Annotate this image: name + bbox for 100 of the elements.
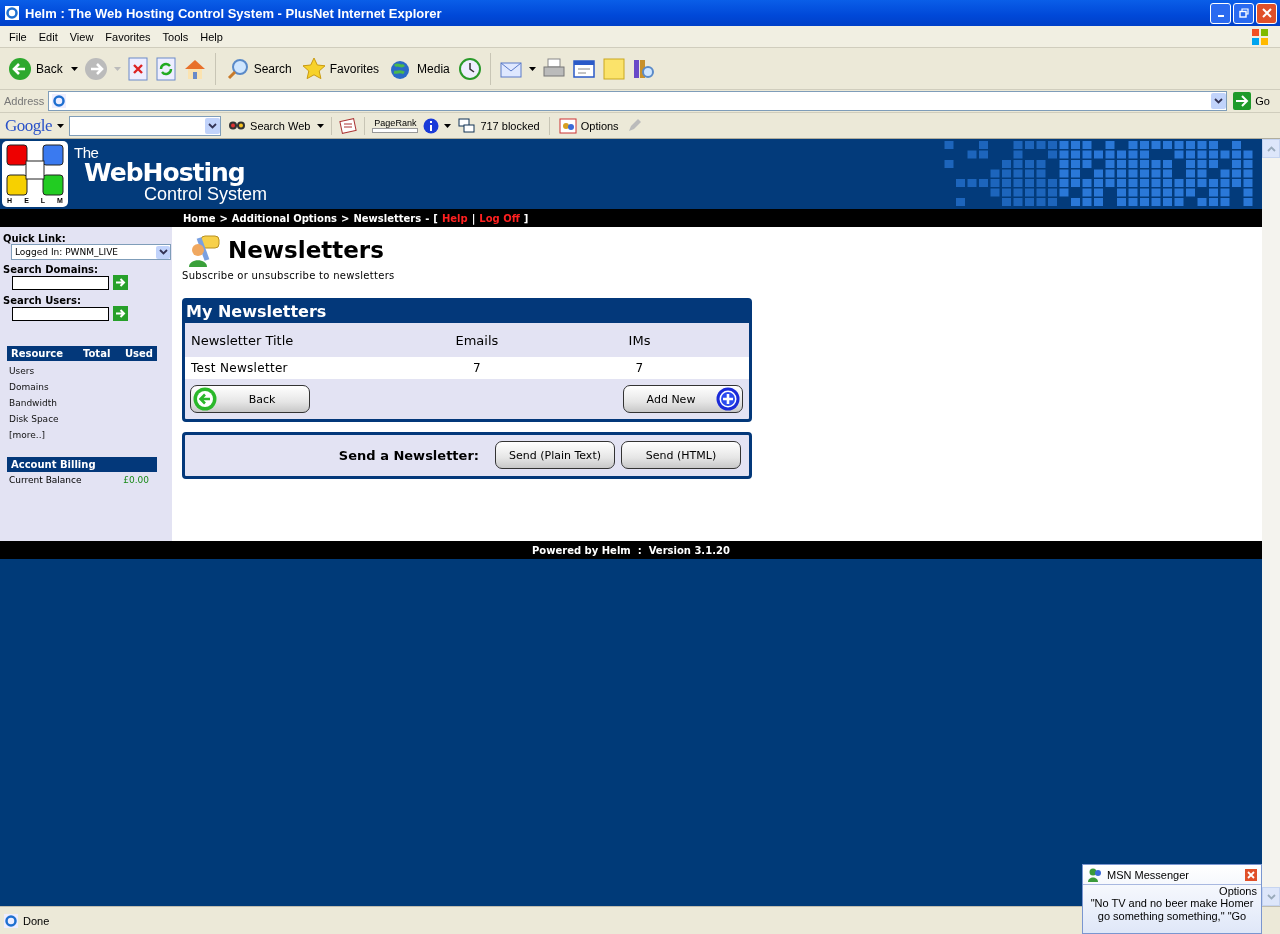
news-icon[interactable] (339, 116, 358, 135)
search-domains-label: Search Domains: (3, 264, 99, 275)
column-header: Used (125, 348, 153, 359)
menu-item[interactable]: Tools (156, 30, 195, 43)
table-cell-text: 7 (634, 361, 645, 375)
send-label: Send a Newsletter: (338, 447, 479, 463)
dropdown-caret-icon[interactable] (317, 123, 325, 128)
bracket-text: [ (433, 212, 438, 224)
more-link[interactable]: [more..] (9, 427, 46, 443)
notification-message: "No TV and no beer make Homer go something something," "Go (1089, 897, 1255, 923)
column-header: Total (83, 348, 112, 359)
google-logo[interactable]: Google (5, 115, 53, 136)
options-link[interactable]: Options (1219, 885, 1261, 897)
back-button[interactable]: Back (190, 385, 310, 413)
msn-notification[interactable]: MSN Messenger Options "No TV and no beer make Homer go something something," "Go (1082, 864, 1262, 934)
balance-label: Current Balance (9, 475, 82, 485)
chevron-down-icon (1214, 98, 1224, 104)
resource-name: Domains (9, 381, 49, 394)
column-header: Emails (454, 332, 500, 348)
messenger-buddy-icon (1087, 866, 1103, 883)
bracket-text: ] (523, 212, 529, 224)
back-button[interactable]: Back (6, 56, 65, 81)
breadcrumb-link[interactable]: Additional Options (231, 212, 337, 224)
stop-icon[interactable] (126, 56, 149, 81)
go-arrow-icon (1233, 92, 1252, 110)
windows-logo-icon (1250, 26, 1270, 47)
refresh-icon[interactable] (154, 56, 177, 81)
resource-name: Users (9, 365, 35, 378)
close-button[interactable] (1245, 868, 1257, 881)
media-button[interactable]: Media (387, 56, 452, 81)
options-icon (558, 117, 577, 134)
quick-link-label: Quick Link: (3, 233, 66, 244)
close-icon (1261, 8, 1272, 18)
resource-name: Bandwidth (9, 397, 57, 410)
plus-icon (716, 387, 740, 411)
send-button[interactable]: Send (Plain Text) (495, 441, 615, 469)
breadcrumb-link[interactable]: Home (183, 212, 216, 224)
table-cell-text: Test Newsletter (191, 361, 289, 375)
address-field[interactable] (48, 91, 1228, 111)
page-icon (51, 93, 68, 109)
close-button[interactable] (1256, 2, 1277, 24)
newsletter-users-icon (187, 232, 223, 268)
table-row[interactable]: Test Newsletter 7 7 (185, 357, 749, 379)
search-icon (225, 56, 250, 81)
chevron-down-icon (208, 122, 218, 129)
page-subtitle: Subscribe or unsubscribe to newsletters (182, 270, 395, 281)
dropdown-caret-icon[interactable] (70, 66, 78, 71)
column-header: IMs (627, 332, 652, 348)
dropdown-button[interactable] (1211, 93, 1227, 109)
search-web-button[interactable]: Search Web (226, 119, 313, 132)
dropdown-button[interactable] (205, 117, 221, 134)
dropdown-caret-icon[interactable] (528, 66, 536, 71)
go-arrow-icon[interactable] (113, 275, 128, 290)
brand-text: The (74, 145, 100, 160)
menu-item[interactable]: Edit (32, 30, 64, 43)
menu-item[interactable]: File (3, 30, 33, 43)
menu-item[interactable]: Favorites (99, 30, 157, 43)
search-users-field[interactable] (12, 306, 109, 321)
header-link[interactable]: Help (441, 212, 468, 224)
resource-name: Disk Space (9, 413, 59, 426)
menu-item[interactable]: View (63, 30, 100, 43)
page-icon (3, 912, 19, 929)
chevron-up-icon (1266, 145, 1276, 152)
popup-blocker-button[interactable]: 717 blocked (456, 117, 542, 134)
star-icon (301, 56, 326, 81)
billing-title: Account Billing (11, 459, 96, 470)
column-header: Newsletter Title (191, 332, 295, 348)
quick-link-select[interactable]: Logged In: PWNM_LIVE (11, 244, 171, 260)
dropdown-button[interactable] (156, 245, 170, 259)
go-button[interactable]: Go (1231, 92, 1276, 110)
search-button[interactable]: Search (223, 56, 294, 81)
logo-squares-drawing (6, 144, 64, 196)
chevron-down-icon (158, 249, 168, 255)
info-icon[interactable] (423, 117, 440, 134)
pagerank-label: PageRank (374, 118, 417, 128)
restore-button[interactable] (1233, 2, 1254, 24)
dropdown-caret-icon[interactable] (57, 123, 65, 128)
close-icon (1247, 870, 1255, 879)
favorites-button[interactable]: Favorites (299, 56, 382, 81)
window-title: Helm : The Web Hosting Control System - PlusNet Internet Explorer (25, 5, 442, 21)
minimize-icon (1217, 15, 1224, 17)
minimize-button[interactable] (1210, 2, 1231, 24)
send-button[interactable]: Send (HTML) (621, 441, 741, 469)
panel-title: My Newsletters (185, 301, 749, 323)
notification-title: MSN Messenger (1107, 868, 1189, 881)
history-icon[interactable] (457, 56, 482, 81)
google-search-field[interactable] (69, 115, 222, 136)
add-new-button[interactable]: Add New (623, 385, 743, 413)
breadcrumb-link[interactable]: Newsletters (353, 212, 422, 224)
breadcrumb-separator: - (425, 212, 430, 224)
binoculars-icon (228, 121, 247, 130)
search-domains-field[interactable] (12, 275, 109, 290)
options-button[interactable]: Options (556, 117, 621, 134)
dropdown-caret-icon[interactable] (444, 123, 452, 128)
status-text: Done (23, 914, 50, 927)
header-link[interactable]: Log Off (479, 212, 520, 224)
footer-text: Powered by Helm : Version 3.1.20 (532, 544, 730, 556)
menu-item[interactable]: Help (194, 30, 229, 43)
brand-text: WebHosting (84, 160, 246, 185)
go-arrow-icon[interactable] (113, 306, 128, 321)
